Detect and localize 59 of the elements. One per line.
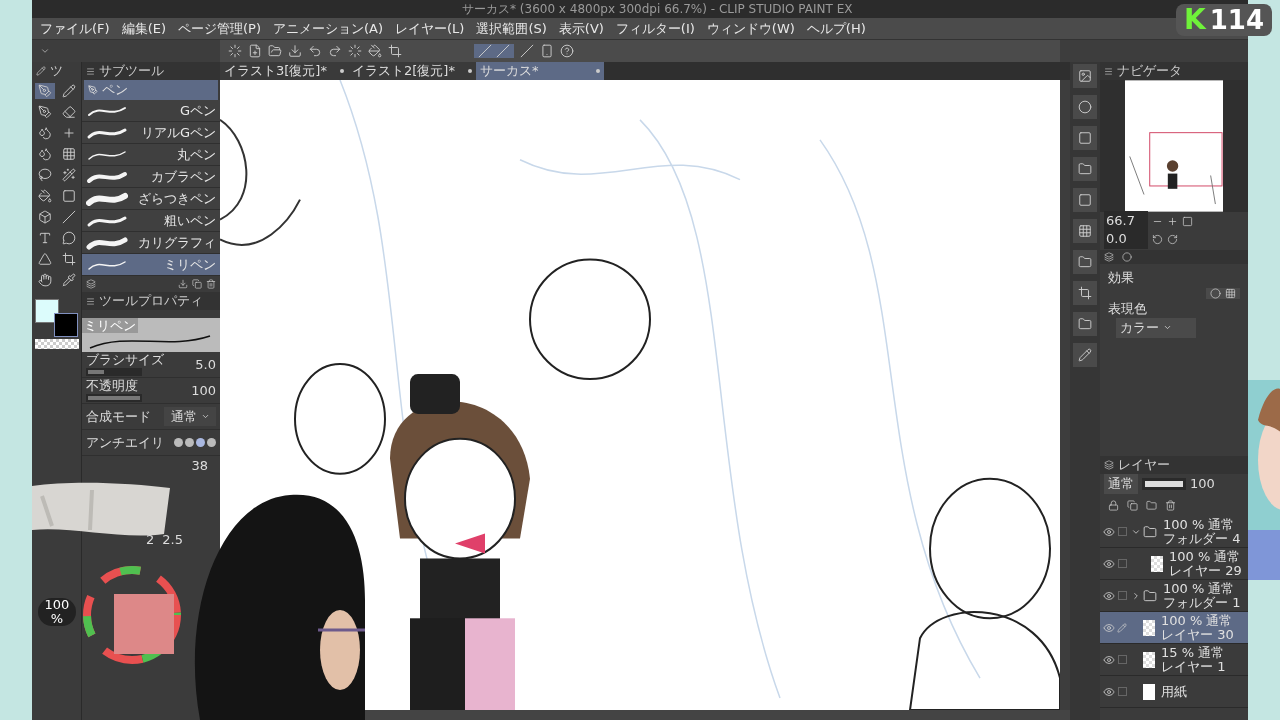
brush-item[interactable]: 丸ペン [82, 144, 220, 166]
section-label: 表現色 [1107, 299, 1148, 318]
menu-item[interactable]: 選択範囲(S) [476, 18, 547, 39]
document-tab[interactable]: イラスト3[復元]* [220, 62, 348, 80]
layer-mode: 100 % 通常 [1163, 517, 1236, 532]
brush-item[interactable]: 粗いペン [82, 210, 220, 232]
brush-item[interactable]: ざらつきペン [82, 188, 220, 210]
color-mode-select[interactable]: カラー [1116, 318, 1196, 338]
menu-item[interactable]: フィルター(I) [615, 18, 695, 39]
menu-item[interactable]: ページ管理(P) [178, 18, 261, 39]
layer-row[interactable]: 100 % 通常 レイヤー 30 [1100, 612, 1248, 644]
window-title: サーカス* (3600 x 4800px 300dpi 66.7%) - CLIP STUDIO PAINT EX [462, 1, 853, 18]
menu-item[interactable]: ヘルプ(H) [806, 18, 866, 39]
menu-item[interactable]: ファイル(F) [40, 18, 110, 39]
property-value[interactable]: 38 [191, 456, 220, 476]
layer-name: レイヤー 30 [1161, 627, 1234, 642]
zoom-field[interactable]: 66.7 [1104, 211, 1148, 231]
layer-name: 用紙 [1161, 684, 1187, 699]
panel-tab[interactable]: ツ [50, 61, 63, 81]
property-value[interactable]: 100 [191, 380, 216, 401]
menu-item[interactable]: アニメーション(A) [272, 18, 383, 39]
layer-name: フォルダー 4 [1163, 531, 1241, 546]
logo-number: 114 [1209, 4, 1264, 36]
layer-name: レイヤー 29 [1169, 563, 1242, 578]
size-preset[interactable]: 2 [146, 530, 155, 550]
menu-item[interactable]: 編集(E) [121, 18, 166, 39]
property-label: アンチエイリ [86, 435, 164, 450]
layer-mode: 15 % 通常 [1161, 645, 1226, 660]
property-value[interactable]: 5.0 [195, 354, 216, 375]
property-label: 合成モード [86, 409, 151, 424]
brush-item[interactable]: Gペン [82, 100, 220, 122]
opacity-field: 100 [1190, 474, 1215, 494]
blend-mode-select[interactable]: 通常 [1104, 474, 1138, 494]
document-tab[interactable]: イラスト2[復元]* [348, 62, 476, 80]
layer-row[interactable]: 用紙 [1100, 676, 1248, 708]
menu-item[interactable]: 表示(V) [558, 18, 604, 39]
brush-item[interactable]: リアルGペン [82, 122, 220, 144]
logo-letter: K [1184, 4, 1206, 36]
layer-row[interactable]: 100 % 通常 レイヤー 29 [1100, 548, 1248, 580]
size-preset[interactable]: 2.5 [162, 530, 183, 550]
layer-mode: 100 % 通常 [1161, 613, 1234, 628]
brush-item[interactable]: カリグラフィ [82, 232, 220, 254]
layer-mode: 100 % 通常 [1169, 549, 1242, 564]
menu-item[interactable]: レイヤー(L) [395, 18, 465, 39]
blend-select[interactable]: 通常 [164, 406, 216, 427]
layer-name: フォルダー 1 [1163, 595, 1241, 610]
property-label: ブラシサイズ [86, 353, 164, 367]
menu-item[interactable]: ウィンドウ(W) [706, 18, 795, 39]
property-label: 不透明度 [86, 379, 139, 393]
brush-item[interactable]: ミリペン [82, 254, 220, 276]
rotation-field[interactable]: 0.0 [1104, 229, 1148, 249]
layer-row[interactable]: 15 % 通常 レイヤー 1 [1100, 644, 1248, 676]
brush-item[interactable]: カブラペン [82, 166, 220, 188]
preview-label: ミリペン [82, 318, 138, 333]
section-label: 効果 [1107, 269, 1135, 287]
subtool-group[interactable]: ペン [84, 80, 218, 100]
layer-name: レイヤー 1 [1161, 659, 1226, 674]
document-tab[interactable]: サーカス* [476, 62, 604, 80]
layer-mode: 100 % 通常 [1163, 581, 1236, 596]
